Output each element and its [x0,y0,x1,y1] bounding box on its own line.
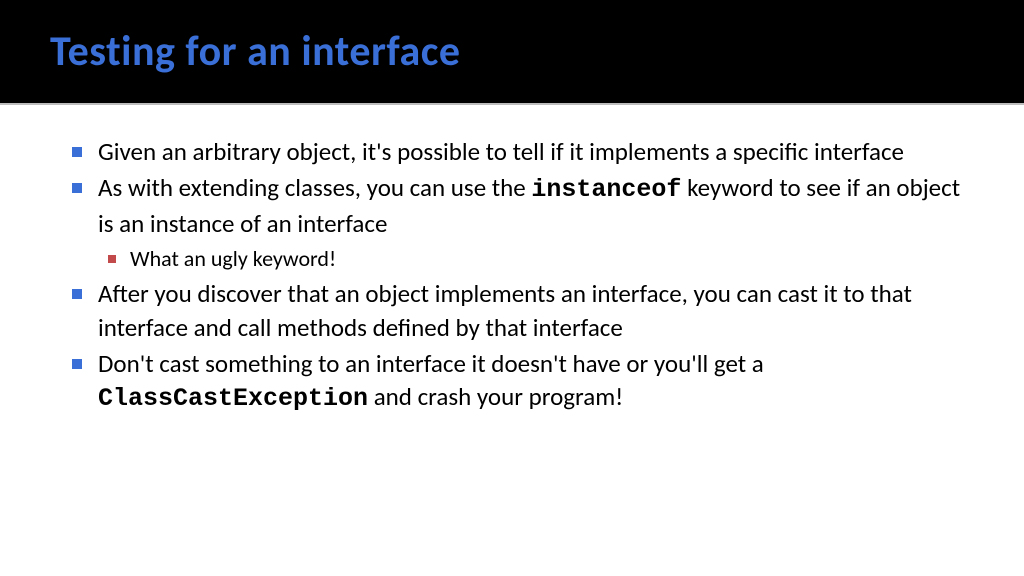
bullet-text: Given an arbitrary object, it's possible… [98,136,904,167]
slide-title: Testing for an interface [50,26,461,77]
list-item: What an ugly keyword! [106,244,974,275]
list-item: Don't cast something to an interface it … [70,347,974,417]
bullet-text-post: and crash your program! [368,381,623,412]
list-item: As with extending classes, you can use t… [70,171,974,275]
slide-header: Testing for an interface [0,0,1024,105]
list-item: Given an arbitrary object, it's possible… [70,135,974,169]
bullet-text: After you discover that an object implem… [98,278,912,343]
bullet-text-pre: As with extending classes, you can use t… [98,172,531,203]
code-keyword: ClassCastException [98,384,368,413]
sub-bullet-text: What an ugly keyword! [130,245,336,272]
code-keyword: instanceof [531,175,681,204]
bullet-list: Given an arbitrary object, it's possible… [70,135,974,416]
slide-content: Given an arbitrary object, it's possible… [0,105,1024,416]
list-item: After you discover that an object implem… [70,277,974,345]
sub-bullet-list: What an ugly keyword! [98,244,974,275]
bullet-text-pre: Don't cast something to an interface it … [98,348,764,379]
